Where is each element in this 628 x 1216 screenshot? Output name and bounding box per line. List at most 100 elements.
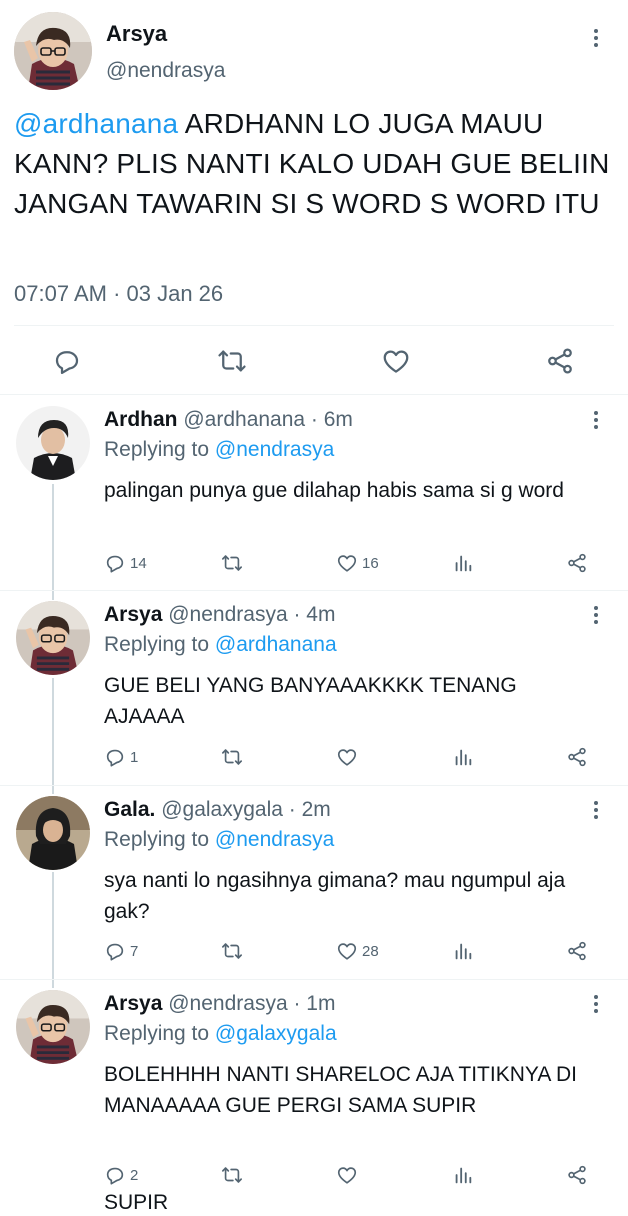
like-action[interactable]: 16 (336, 552, 379, 574)
like-action[interactable] (336, 1164, 362, 1186)
reply-count: 1 (130, 748, 139, 766)
reply-tweet[interactable]: Arsya @nendrasya · 1m Replying to @galax… (0, 980, 628, 1200)
share-icon (548, 348, 572, 374)
retweet-action[interactable] (220, 1164, 248, 1186)
retweet-icon (222, 1167, 242, 1183)
avatar[interactable] (16, 601, 90, 675)
reply-text: sya nanti lo ngasihnya gimana? mau ngump… (104, 869, 566, 923)
replying-to-link[interactable]: @nendrasya (215, 828, 334, 851)
avatar[interactable] (16, 406, 90, 480)
author-name[interactable]: Arsya (104, 603, 162, 626)
more-options-icon[interactable] (588, 602, 604, 628)
reply-icon (106, 943, 124, 961)
avatar-ardhan-icon (16, 406, 90, 480)
reply-icon (106, 555, 124, 573)
author-name[interactable]: Ardhan (104, 408, 178, 431)
divider (14, 325, 614, 326)
replying-to-label: Replying to (104, 633, 210, 656)
like-action[interactable] (336, 746, 362, 768)
reply-action[interactable]: 14 (104, 552, 147, 574)
analytics-action[interactable] (452, 552, 474, 574)
analytics-icon (455, 749, 472, 766)
replying-to-link[interactable]: @ardhanana (215, 633, 337, 656)
replying-to-label: Replying to (104, 828, 210, 851)
share-icon (568, 941, 586, 961)
more-options-icon[interactable] (588, 991, 604, 1017)
avatar[interactable] (14, 12, 92, 90)
more-options-icon[interactable] (588, 407, 604, 433)
replying-to-label: Replying to (104, 438, 210, 461)
author-name[interactable]: Arsya (104, 992, 162, 1015)
more-options-icon[interactable] (588, 25, 604, 51)
replying-to: Replying to @ardhanana (104, 632, 337, 658)
tweet-text: @ardhanana ARDHANN LO JUGA MAUU KANN? PL… (14, 104, 610, 224)
replying-to: Replying to @galaxygala (104, 1021, 337, 1047)
reply-header: Arsya @nendrasya · 4m (104, 602, 335, 628)
reply-text: BOLEHHHH NANTI SHARELOC AJA TITIKNYA DI … (104, 1063, 578, 1117)
like-icon (337, 555, 357, 572)
author-meta[interactable]: @galaxygala · 2m (161, 798, 331, 821)
reply-text: GUE BELI YANG BANYAAAKKKK TENANG AJAAAA (104, 674, 517, 728)
retweet-icon (222, 749, 242, 765)
share-action[interactable] (566, 746, 588, 768)
analytics-action[interactable] (452, 940, 474, 962)
analytics-icon (455, 1167, 472, 1184)
reply-tweet[interactable]: Arsya @nendrasya · 4m Replying to @ardha… (0, 591, 628, 785)
replying-to: Replying to @nendrasya (104, 827, 334, 853)
main-tweet: Arsya @nendrasya @ardhanana ARDHANN LO J… (0, 0, 628, 395)
reply-action[interactable]: 1 (104, 746, 138, 768)
more-options-icon[interactable] (588, 797, 604, 823)
replying-to-link[interactable]: @nendrasya (215, 438, 334, 461)
reply-tweet[interactable]: Gala. @galaxygala · 2m Replying to @nend… (0, 786, 628, 980)
like-icon (383, 350, 409, 373)
replying-to: Replying to @nendrasya (104, 437, 334, 463)
author-name[interactable]: Gala. (104, 798, 155, 821)
reply-action[interactable]: 2 (104, 1164, 138, 1186)
avatar-arsya-icon (14, 12, 92, 90)
reply-icon (106, 1167, 124, 1185)
retweet-action[interactable] (220, 746, 248, 768)
reply-tweet[interactable]: Ardhan @ardhanana · 6m Replying to @nend… (0, 396, 628, 590)
share-icon (568, 553, 586, 573)
like-count: 28 (362, 942, 379, 960)
avatar-gala-icon (16, 796, 90, 870)
like-icon (337, 943, 357, 960)
share-icon (568, 1165, 586, 1185)
like-count: 16 (362, 554, 379, 572)
author-meta[interactable]: @nendrasya · 1m (168, 992, 335, 1015)
retweet-action[interactable] (220, 940, 248, 962)
share-action[interactable] (566, 940, 588, 962)
share-action[interactable] (566, 1164, 588, 1186)
retweet-button[interactable] (216, 346, 248, 381)
avatar-arsya-icon (16, 990, 90, 1064)
like-button[interactable] (381, 346, 411, 381)
reply-action[interactable]: 7 (104, 940, 138, 962)
retweet-action[interactable] (220, 552, 248, 574)
replying-to-link[interactable]: @galaxygala (215, 1022, 337, 1045)
reply-header: Arsya @nendrasya · 1m (104, 991, 335, 1017)
avatar[interactable] (16, 990, 90, 1064)
reply-header: Gala. @galaxygala · 2m (104, 797, 331, 823)
author-meta[interactable]: @nendrasya · 4m (168, 603, 335, 626)
mention-link[interactable]: @ardhanana (14, 108, 178, 139)
analytics-action[interactable] (452, 746, 474, 768)
avatar-arsya-icon (16, 601, 90, 675)
reply-icon (55, 351, 79, 374)
analytics-action[interactable] (452, 1164, 474, 1186)
reply-header: Ardhan @ardhanana · 6m (104, 407, 353, 433)
author-name[interactable]: Arsya (106, 21, 167, 47)
author-meta[interactable]: @ardhanana · 6m (183, 408, 353, 431)
like-action[interactable]: 28 (336, 940, 379, 962)
share-button[interactable] (545, 346, 575, 381)
author-handle[interactable]: @nendrasya (106, 58, 225, 84)
analytics-icon (455, 943, 472, 960)
avatar[interactable] (16, 796, 90, 870)
retweet-icon (222, 943, 242, 959)
cutoff-text: SUPIR (104, 1191, 169, 1214)
retweet-icon (218, 350, 246, 372)
reply-count: 2 (130, 1166, 139, 1184)
share-action[interactable] (566, 552, 588, 574)
reply-button[interactable] (52, 346, 82, 381)
tweet-timestamp[interactable]: 07:07 AM · 03 Jan 26 (14, 280, 223, 308)
reply-count: 7 (130, 942, 139, 960)
